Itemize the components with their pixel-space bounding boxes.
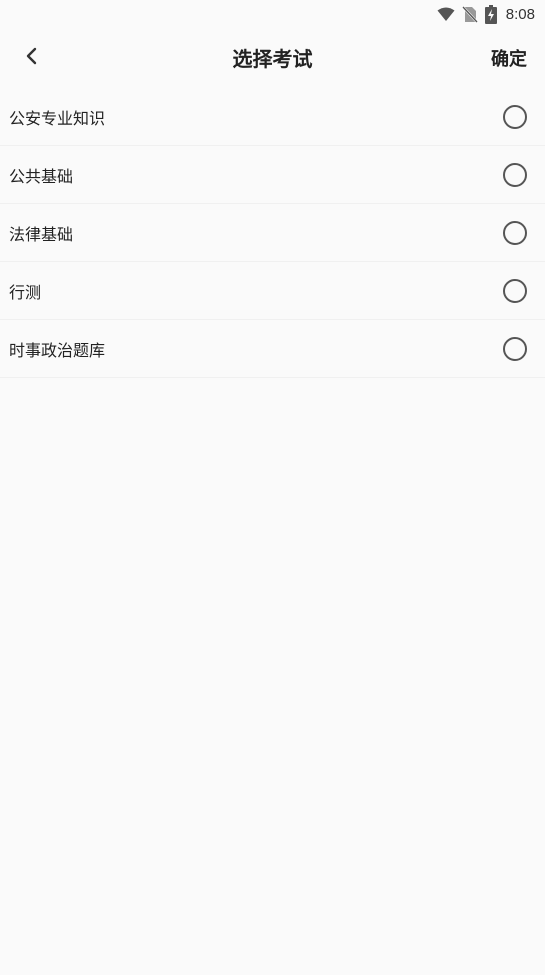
exam-item-shishi-zhengzhi-tiku[interactable]: 时事政治题库 [0,320,545,378]
battery-charging-icon [484,5,497,24]
exam-item-label: 法律基础 [9,224,74,244]
exam-item-label: 公共基础 [9,166,74,186]
exam-item-gonggong-jichu[interactable]: 公共基础 [0,146,545,204]
exam-item-label: 时事政治题库 [9,340,106,360]
exam-item-label: 行测 [9,282,42,302]
exam-item-gongan-zhuanye-zhishi[interactable]: 公安专业知识 [0,88,545,146]
app-header: 选择考试 确定 [0,30,545,86]
no-sim-icon [461,6,478,23]
wifi-icon [437,7,455,22]
radio-button[interactable] [503,278,527,303]
status-time: 8:08 [505,6,535,23]
radio-button[interactable] [503,220,527,245]
status-bar: 8:08 [0,0,545,30]
exam-item-xingce[interactable]: 行测 [0,262,545,320]
exam-item-falv-jichu[interactable]: 法律基础 [0,204,545,262]
exam-item-label: 公安专业知识 [9,108,106,128]
confirm-button[interactable]: 确定 [491,45,527,71]
page-title: 选择考试 [232,47,313,71]
exam-list: 公安专业知识 公共基础 法律基础 行测 时事政治题库 [0,88,545,378]
radio-button[interactable] [503,104,527,129]
radio-button[interactable] [503,336,527,361]
status-icons: 8:08 [437,5,535,24]
radio-button[interactable] [503,162,527,187]
